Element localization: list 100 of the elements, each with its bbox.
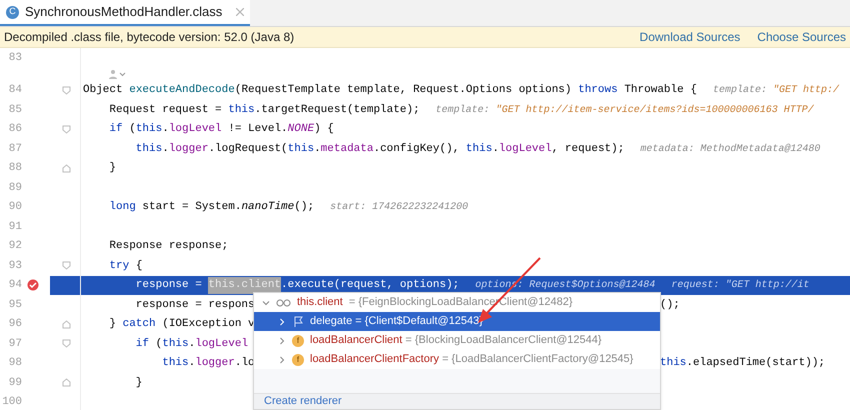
code-token: long <box>108 200 136 215</box>
code-token: . <box>162 142 169 156</box>
line-number: 84 <box>8 83 22 98</box>
variable-row[interactable]: f loadBalancerClientFactory = {LoadBalancerClientFactory@12545} <box>254 350 660 369</box>
inline-hint: template: <box>712 84 768 98</box>
line-number: 97 <box>8 336 22 352</box>
code-token: .targetRequest(template); <box>254 102 420 118</box>
code-token: . <box>314 142 321 156</box>
code-token: response = respons <box>134 298 255 312</box>
line-number: 86 <box>8 122 22 137</box>
code-token: metadata <box>320 142 374 156</box>
code-token: NONE <box>288 122 314 137</box>
code-token: response = <box>134 278 203 293</box>
code-token: ( <box>128 122 136 137</box>
line-number: 96 <box>8 317 22 332</box>
code-token: } <box>108 317 118 332</box>
code-token: start = System. <box>141 200 242 215</box>
code-token: , request); <box>552 142 624 156</box>
author-icon[interactable] <box>109 69 127 79</box>
fold-icon[interactable] <box>62 320 71 329</box>
variable-entry: loadBalancerClient = {BlockingLoadBalancerClient@12544} <box>310 333 602 348</box>
code-token: try <box>108 258 130 274</box>
file-tab[interactable]: C SynchronousMethodHandler.class <box>0 0 250 26</box>
class-file-icon: C <box>6 6 19 18</box>
line-number: 98 <box>8 356 22 371</box>
fold-icon[interactable] <box>62 164 71 173</box>
code-token: ( <box>154 336 162 352</box>
code-token: this <box>660 356 686 371</box>
line-number: 94 <box>8 278 22 293</box>
variable-row[interactable]: f loadBalancerClient = {BlockingLoadBalancerClient@12544} <box>254 331 660 350</box>
code-token: this <box>134 142 162 156</box>
breakpoint-icon[interactable] <box>27 279 39 292</box>
fold-icon[interactable] <box>62 339 71 348</box>
code-token: nanoTime <box>241 200 294 215</box>
line-number: 95 <box>8 298 22 312</box>
watch-icon <box>276 298 291 306</box>
code-token: logger <box>168 142 208 156</box>
code-token: catch <box>122 317 156 332</box>
code-token: this <box>228 102 255 118</box>
line-number: 93 <box>8 258 22 274</box>
code-token: .execute(request, options); <box>281 278 460 293</box>
line-number: 88 <box>8 161 22 176</box>
line-number: 99 <box>8 376 22 390</box>
fold-icon[interactable] <box>62 378 71 388</box>
code-token: ) { <box>314 122 334 137</box>
code-token: .configKey(), <box>373 142 460 156</box>
variable-entry: delegate = {Client$Default@12543} <box>310 314 483 330</box>
field-icon: f <box>292 354 304 366</box>
fold-icon[interactable] <box>62 261 71 270</box>
code-token: .logRequest( <box>208 142 288 156</box>
code-token: . <box>162 122 169 137</box>
code-token: . <box>188 336 196 352</box>
line-number: 92 <box>8 239 22 254</box>
chevron-icon[interactable] <box>278 336 286 344</box>
fold-icon[interactable] <box>62 124 71 134</box>
code-token: this <box>161 356 189 371</box>
code-token: Throwable { <box>623 83 697 98</box>
banner-message: Decompiled .class file, bytecode version: 52.0 (Java 8) <box>4 29 294 46</box>
line-number: 90 <box>8 200 22 215</box>
code-token: this <box>136 122 162 137</box>
close-icon[interactable] <box>236 8 244 16</box>
code-token: (); <box>660 298 680 312</box>
code-token: { <box>134 258 142 274</box>
code-token: } <box>108 161 116 176</box>
code-token: logLevel <box>195 336 248 352</box>
code-token: Object <box>83 83 124 98</box>
code-token: logger <box>195 356 235 371</box>
code-token: . <box>492 142 499 156</box>
code-token: (); <box>294 200 314 215</box>
code-token: if <box>134 336 150 352</box>
code-token: != Level. <box>227 122 288 137</box>
inline-hint: "GET http://item-service/items?ids=100000006163 HTTP/ <box>496 104 814 118</box>
chevron-icon[interactable] <box>262 298 270 306</box>
chevron-icon[interactable] <box>278 356 286 364</box>
code-token: .elapsedTime(start)); <box>686 356 826 371</box>
tab-label: SynchronousMethodHandler.class <box>25 3 222 22</box>
code-token: } <box>134 376 142 390</box>
code-token: this.client <box>208 277 282 294</box>
code-token: this <box>466 142 492 156</box>
code-token: executeAndDecode <box>129 83 235 98</box>
code-token: this <box>162 336 189 352</box>
line-number: 87 <box>8 142 22 156</box>
inline-hint: metadata: MethodMetadata@12480 <box>640 142 820 156</box>
inline-hint: request: "GET http://it <box>671 278 810 293</box>
flag-icon <box>292 316 304 328</box>
banner-link[interactable]: Choose Sources <box>757 28 846 46</box>
line-number: 89 <box>8 180 22 196</box>
inline-hint: "GET http:/ <box>772 84 839 98</box>
code-token: logLevel <box>168 122 222 137</box>
variable-row[interactable]: delegate = {Client$Default@12543} <box>254 312 660 331</box>
code-token: Request request = <box>108 102 223 118</box>
line-number: 91 <box>8 220 22 234</box>
inline-hint: template: <box>436 104 491 118</box>
line-number: 83 <box>8 50 22 66</box>
code-token: . <box>188 356 196 371</box>
code-token: if <box>108 122 123 137</box>
fold-icon[interactable] <box>62 86 71 95</box>
chevron-icon[interactable] <box>278 318 286 326</box>
code-token: (RequestTemplate template, Request.Options options) <box>234 83 572 98</box>
banner-link[interactable]: Download Sources <box>640 28 740 46</box>
